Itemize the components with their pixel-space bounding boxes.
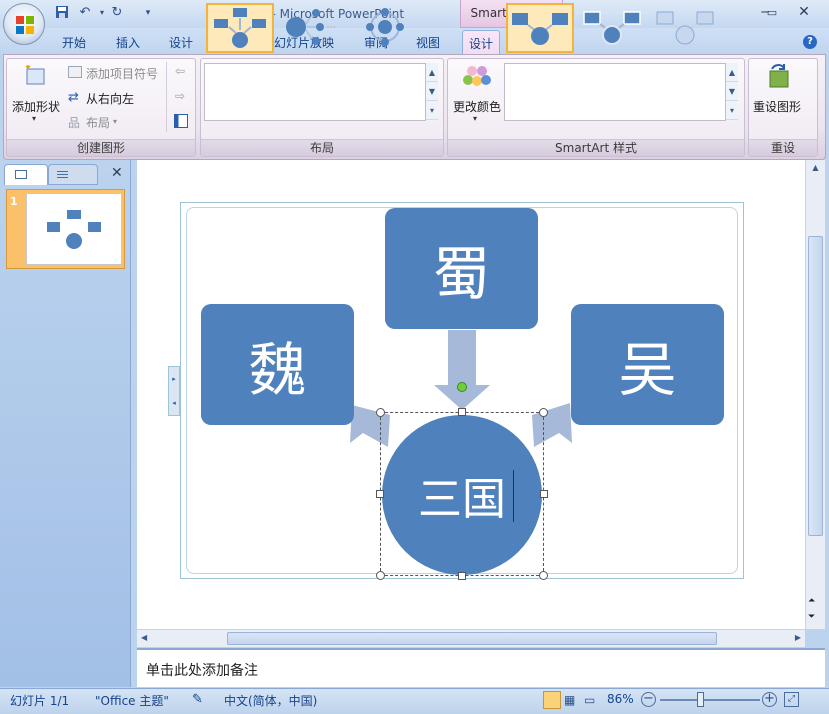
styles-more-icon[interactable]: ▾	[726, 101, 738, 120]
shape-wei[interactable]: 魏	[201, 304, 354, 425]
layout-thumb-radial-cluster[interactable]	[206, 3, 274, 53]
vertical-scroll-thumb[interactable]	[808, 236, 823, 536]
slide-thumbnail-preview	[26, 193, 122, 265]
tab-home[interactable]: 开始	[62, 34, 86, 51]
zoom-in-icon[interactable]: +	[762, 692, 777, 707]
layout-thumb-converging[interactable]	[279, 3, 347, 53]
zoom-out-icon[interactable]: −	[641, 692, 656, 707]
slides-tab-icon	[15, 170, 27, 179]
selection-box	[380, 412, 544, 576]
horizontal-scroll-thumb[interactable]	[227, 632, 717, 645]
group-label-create-graphic: 创建图形	[7, 139, 195, 156]
tab-design[interactable]: 设计	[169, 34, 193, 51]
notes-pane[interactable]: 单击此处添加备注	[137, 648, 825, 687]
text-cursor	[513, 470, 514, 522]
language-indicator[interactable]: 中文(简体，中国)	[224, 692, 317, 709]
layouts-gallery	[204, 63, 426, 121]
add-shape-icon[interactable]	[24, 63, 48, 87]
slideshow-view-icon[interactable]: ▭	[584, 693, 595, 707]
slide-sorter-icon[interactable]: ▦	[564, 693, 575, 707]
style-thumb-simple-fill[interactable]	[506, 3, 574, 53]
gallery-down-icon[interactable]: ▼	[426, 82, 438, 101]
normal-view-icon[interactable]	[543, 691, 561, 709]
styles-gallery-scroll[interactable]: ▲ ▼ ▾	[725, 63, 738, 121]
tab-smartart-design[interactable]: 设计	[462, 30, 501, 55]
help-icon[interactable]: ?	[803, 35, 817, 49]
styles-down-icon[interactable]: ▼	[726, 82, 738, 101]
next-slide-icon[interactable]: ⏷	[808, 612, 815, 622]
resize-handle[interactable]	[376, 571, 385, 580]
office-logo-icon	[16, 16, 34, 34]
add-shape-dropdown-icon[interactable]: ▾	[32, 114, 36, 123]
change-colors-icon[interactable]	[462, 63, 492, 91]
demote-icon[interactable]: ⇨	[175, 89, 185, 103]
slide-counter: 幻灯片 1/1	[10, 694, 70, 708]
horizontal-scrollbar[interactable]: ◀ ▶	[137, 629, 805, 647]
arrow-top	[434, 330, 490, 410]
resize-handle[interactable]	[539, 571, 548, 580]
style-thumb-subtle[interactable]	[652, 3, 720, 53]
styles-up-icon[interactable]: ▲	[726, 63, 738, 82]
outline-tab-icon	[57, 171, 68, 172]
layout-dropdown-icon: ▾	[113, 117, 118, 126]
shape-shu[interactable]: 蜀	[385, 208, 538, 329]
prev-slide-icon[interactable]: ⏶	[808, 596, 815, 607]
right-to-left-icon: ⇄	[68, 90, 79, 105]
maximize-icon[interactable]: ▭	[762, 5, 782, 21]
shape-wu[interactable]: 吴	[571, 304, 724, 425]
theme-name[interactable]: "Office 主题"	[95, 692, 169, 709]
redo-icon[interactable]: ↻	[108, 5, 126, 21]
reset-graphic-icon[interactable]	[764, 63, 794, 91]
resize-handle[interactable]	[539, 408, 548, 417]
reset-graphic-button[interactable]: 重设图形	[753, 98, 801, 115]
style-thumb-white-outline[interactable]	[579, 3, 647, 53]
zoom-level[interactable]: 86%	[607, 692, 634, 706]
customize-qat-icon[interactable]: ▾	[139, 5, 157, 21]
add-bullet-icon	[68, 66, 82, 78]
text-pane-icon[interactable]	[174, 114, 188, 128]
tab-outline[interactable]	[48, 164, 98, 185]
group-divider	[166, 62, 167, 132]
rotation-handle[interactable]	[457, 382, 467, 392]
zoom-slider-thumb[interactable]	[697, 692, 704, 707]
tab-insert[interactable]: 插入	[116, 34, 140, 51]
group-label-smartart-styles: SmartArt 样式	[448, 139, 744, 156]
styles-gallery	[504, 63, 726, 121]
promote-icon[interactable]: ⇦	[175, 64, 185, 78]
save-icon[interactable]	[53, 5, 71, 21]
office-button[interactable]	[3, 3, 45, 45]
close-icon[interactable]: ✕	[794, 4, 814, 20]
scroll-up-icon[interactable]: ▲	[806, 160, 825, 176]
zoom-slider-track[interactable]	[660, 699, 760, 701]
vertical-scrollbar[interactable]: ▲	[805, 160, 825, 629]
change-colors-dropdown-icon[interactable]: ▾	[473, 114, 477, 123]
resize-handle[interactable]	[458, 408, 466, 416]
tab-slides[interactable]	[4, 164, 48, 185]
undo-icon[interactable]: ↶	[76, 5, 94, 21]
gallery-up-icon[interactable]: ▲	[426, 63, 438, 82]
spell-check-icon[interactable]: ✎	[192, 692, 203, 707]
layout-thumb-cycle[interactable]	[352, 3, 420, 53]
resize-handle[interactable]	[376, 490, 384, 498]
resize-handle[interactable]	[458, 572, 466, 580]
notes-placeholder: 单击此处添加备注	[146, 663, 258, 679]
right-to-left-button[interactable]: 从右向左	[86, 90, 134, 107]
layouts-gallery-scroll[interactable]: ▲ ▼ ▾	[425, 63, 438, 121]
group-label-reset: 重设	[749, 139, 817, 156]
close-panel-icon[interactable]: ✕	[111, 165, 123, 181]
resize-handle[interactable]	[540, 490, 548, 498]
resize-handle[interactable]	[376, 408, 385, 417]
gallery-more-icon[interactable]: ▾	[426, 101, 438, 120]
scroll-right-icon[interactable]: ▶	[795, 633, 801, 642]
slide-number: 1	[10, 195, 18, 208]
change-colors-button[interactable]: 更改颜色	[453, 98, 501, 115]
text-pane-toggle-icon[interactable]: ▸ ◂	[168, 366, 180, 416]
scroll-left-icon[interactable]: ◀	[141, 633, 147, 642]
add-bullet-button[interactable]: 添加项目符号	[86, 65, 158, 82]
layout-button[interactable]: 布局	[86, 114, 110, 131]
fit-to-window-icon[interactable]: ⤢	[784, 692, 799, 707]
layout-org-icon: 品	[68, 116, 81, 130]
group-label-layouts: 布局	[201, 139, 443, 156]
add-shape-button[interactable]: 添加形状	[12, 98, 60, 115]
